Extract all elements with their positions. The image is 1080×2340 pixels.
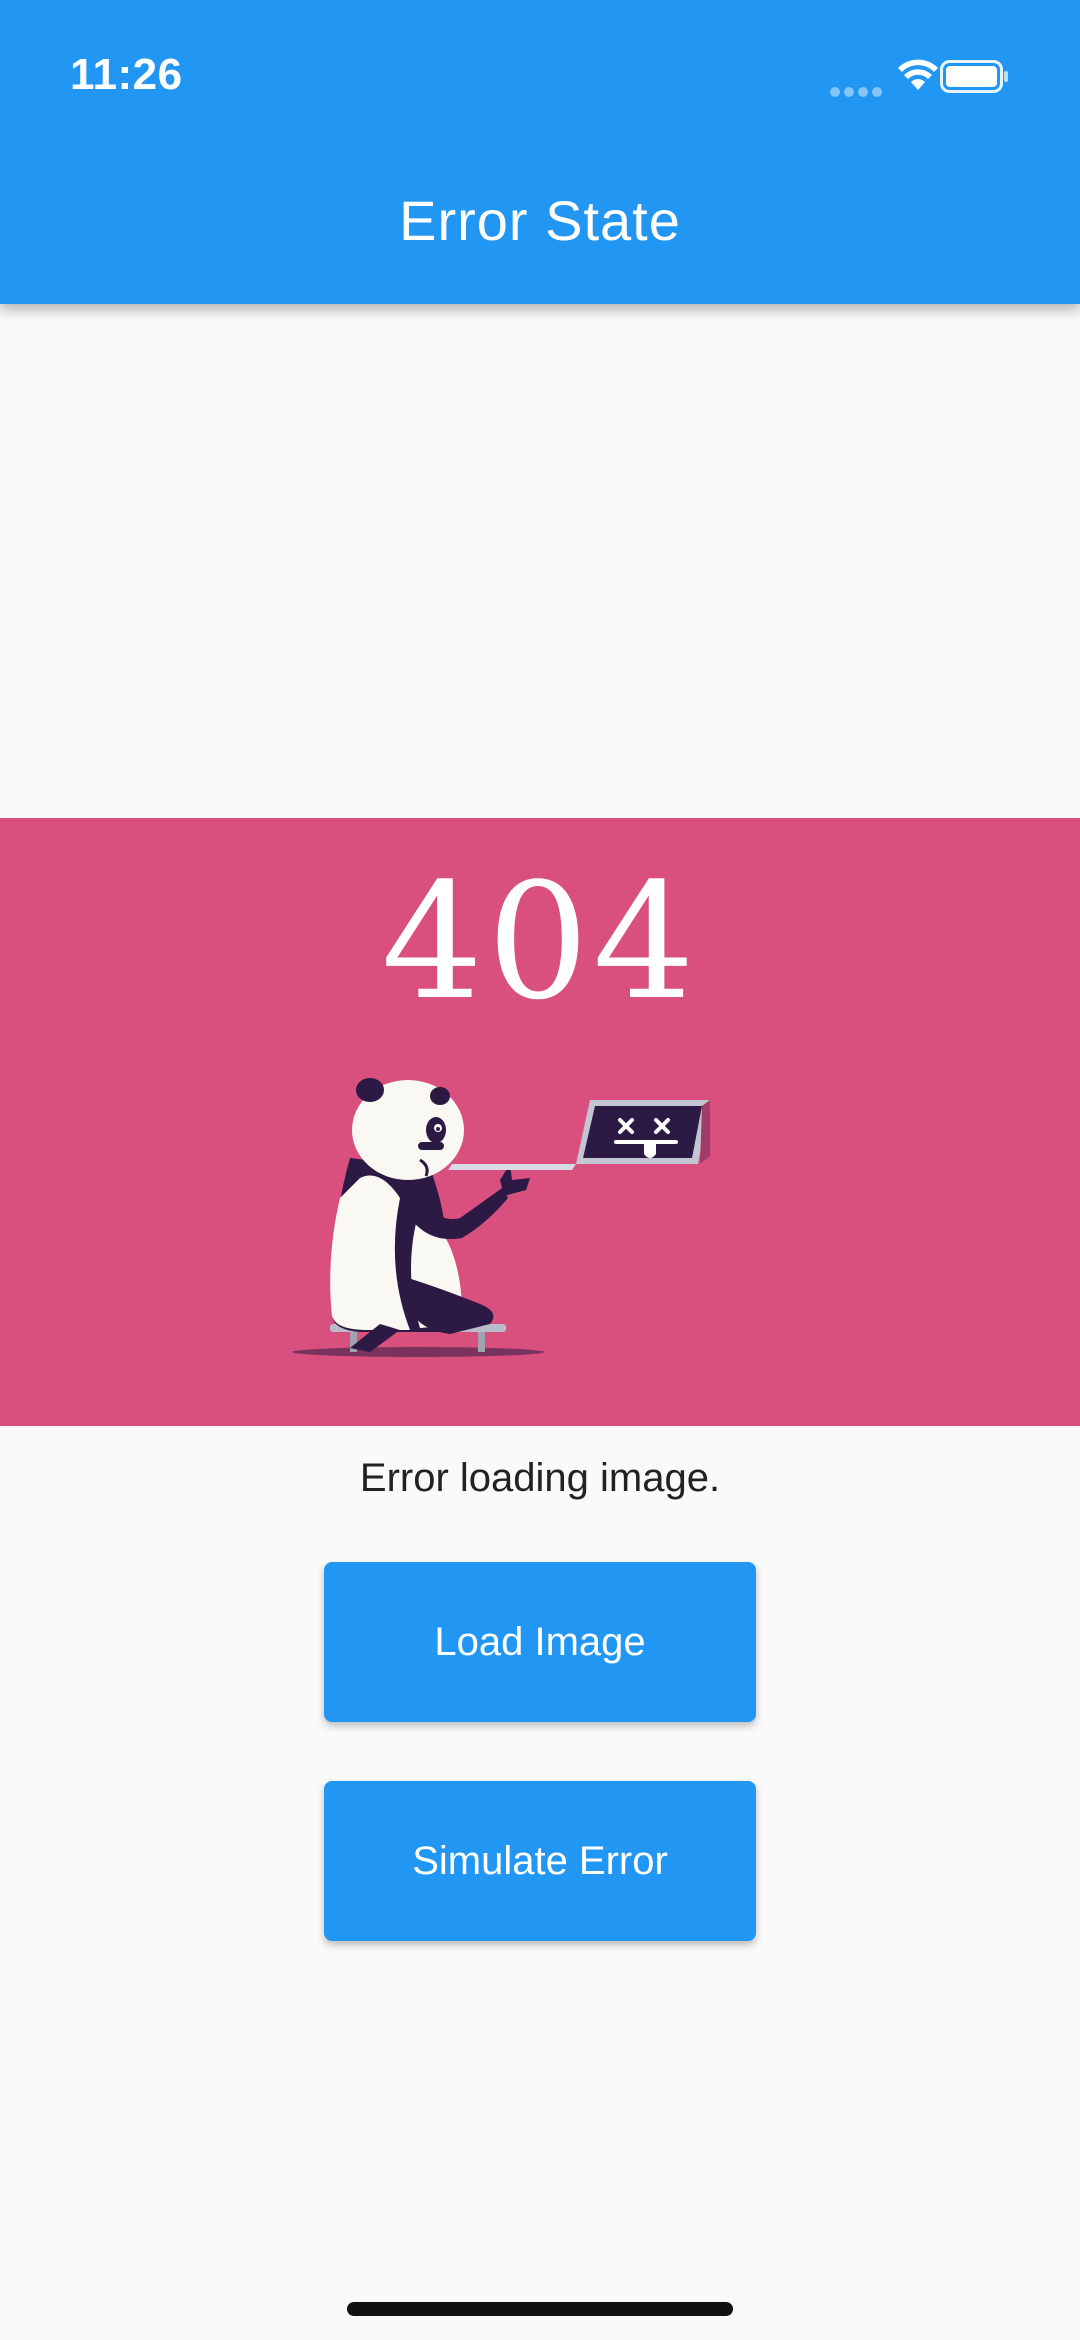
status-icons <box>830 58 1050 98</box>
error-image: 404 <box>0 818 1080 1426</box>
home-indicator[interactable] <box>347 2302 733 2316</box>
error-code: 404 <box>381 848 699 1035</box>
panda-laptop-illustration <box>292 1078 710 1357</box>
battery-icon <box>940 60 1008 93</box>
error-message: Error loading image. <box>359 1456 721 1500</box>
signal-icon <box>830 84 886 102</box>
app-bar: 11:26 Error State <box>0 0 1080 304</box>
wifi-icon <box>898 59 938 90</box>
simulate-error-button[interactable]: Simulate Error <box>324 1781 756 1941</box>
load-image-button[interactable]: Load Image <box>324 1562 756 1722</box>
status-time: 11:26 <box>70 50 183 99</box>
page-title: Error State <box>399 189 681 252</box>
